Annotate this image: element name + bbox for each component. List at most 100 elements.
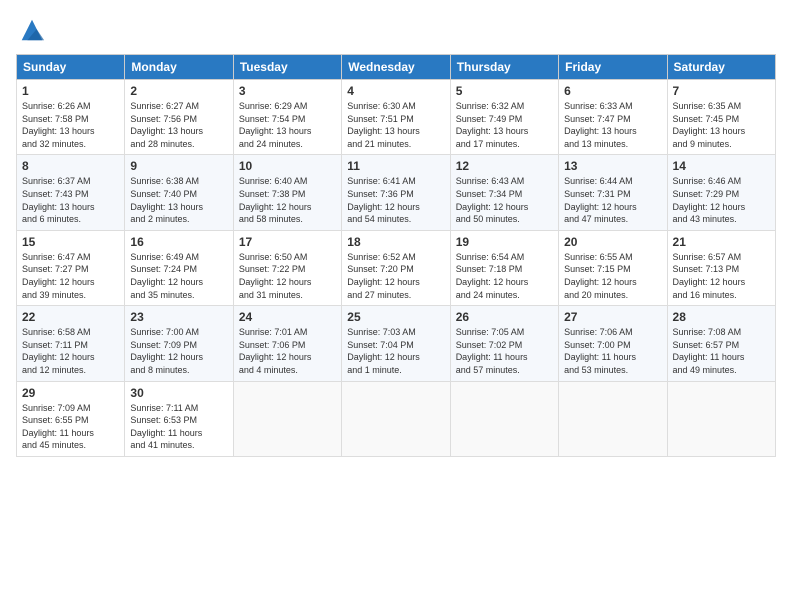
cell-info: Sunrise: 6:46 AM Sunset: 7:29 PM Dayligh…	[673, 175, 770, 225]
day-number: 24	[239, 310, 336, 324]
day-number: 21	[673, 235, 770, 249]
day-number: 26	[456, 310, 553, 324]
day-number: 29	[22, 386, 119, 400]
calendar-week-row: 8Sunrise: 6:37 AM Sunset: 7:43 PM Daylig…	[17, 155, 776, 230]
day-number: 17	[239, 235, 336, 249]
logo-icon	[18, 16, 46, 44]
cell-info: Sunrise: 7:03 AM Sunset: 7:04 PM Dayligh…	[347, 326, 444, 376]
cell-info: Sunrise: 6:32 AM Sunset: 7:49 PM Dayligh…	[456, 100, 553, 150]
cell-info: Sunrise: 6:52 AM Sunset: 7:20 PM Dayligh…	[347, 251, 444, 301]
calendar-body: 1 Sunrise: 6:26 AM Sunset: 7:58 PM Daylig…	[17, 80, 776, 457]
calendar-table: SundayMondayTuesdayWednesdayThursdayFrid…	[16, 54, 776, 457]
calendar-cell	[667, 381, 775, 456]
day-number: 10	[239, 159, 336, 173]
calendar-cell: 22 Sunrise: 6:58 AM Sunset: 7:11 PM Dayli…	[17, 306, 125, 381]
cell-info: Sunrise: 7:11 AM Sunset: 6:53 PM Dayligh…	[130, 402, 227, 452]
day-header-friday: Friday	[559, 55, 667, 80]
calendar-cell: 20 Sunrise: 6:55 AM Sunset: 7:15 PM Dayli…	[559, 230, 667, 305]
cell-info: Sunrise: 6:41 AM Sunset: 7:36 PM Dayligh…	[347, 175, 444, 225]
day-number: 15	[22, 235, 119, 249]
day-number: 27	[564, 310, 661, 324]
cell-info: Sunrise: 6:27 AM Sunset: 7:56 PM Dayligh…	[130, 100, 227, 150]
calendar-cell: 17 Sunrise: 6:50 AM Sunset: 7:22 PM Dayli…	[233, 230, 341, 305]
calendar-cell: 18 Sunrise: 6:52 AM Sunset: 7:20 PM Dayli…	[342, 230, 450, 305]
day-number: 23	[130, 310, 227, 324]
day-number: 4	[347, 84, 444, 98]
day-number: 2	[130, 84, 227, 98]
day-number: 12	[456, 159, 553, 173]
day-number: 5	[456, 84, 553, 98]
calendar-cell: 14Sunrise: 6:46 AM Sunset: 7:29 PM Dayli…	[667, 155, 775, 230]
day-number: 16	[130, 235, 227, 249]
cell-info: Sunrise: 7:06 AM Sunset: 7:00 PM Dayligh…	[564, 326, 661, 376]
cell-info: Sunrise: 6:38 AM Sunset: 7:40 PM Dayligh…	[130, 175, 227, 225]
day-header-monday: Monday	[125, 55, 233, 80]
day-number: 28	[673, 310, 770, 324]
day-number: 19	[456, 235, 553, 249]
day-number: 8	[22, 159, 119, 173]
calendar-cell: 6 Sunrise: 6:33 AM Sunset: 7:47 PM Daylig…	[559, 80, 667, 155]
calendar-cell: 7 Sunrise: 6:35 AM Sunset: 7:45 PM Daylig…	[667, 80, 775, 155]
cell-info: Sunrise: 6:55 AM Sunset: 7:15 PM Dayligh…	[564, 251, 661, 301]
day-header-saturday: Saturday	[667, 55, 775, 80]
cell-info: Sunrise: 7:08 AM Sunset: 6:57 PM Dayligh…	[673, 326, 770, 376]
cell-info: Sunrise: 6:44 AM Sunset: 7:31 PM Dayligh…	[564, 175, 661, 225]
calendar-cell	[342, 381, 450, 456]
cell-info: Sunrise: 7:00 AM Sunset: 7:09 PM Dayligh…	[130, 326, 227, 376]
calendar-cell	[559, 381, 667, 456]
cell-info: Sunrise: 6:49 AM Sunset: 7:24 PM Dayligh…	[130, 251, 227, 301]
cell-info: Sunrise: 6:29 AM Sunset: 7:54 PM Dayligh…	[239, 100, 336, 150]
calendar-cell: 9 Sunrise: 6:38 AM Sunset: 7:40 PM Daylig…	[125, 155, 233, 230]
day-number: 22	[22, 310, 119, 324]
calendar-cell: 13 Sunrise: 6:44 AM Sunset: 7:31 PM Dayli…	[559, 155, 667, 230]
cell-info: Sunrise: 6:30 AM Sunset: 7:51 PM Dayligh…	[347, 100, 444, 150]
day-number: 9	[130, 159, 227, 173]
day-number: 7	[673, 84, 770, 98]
cell-info: Sunrise: 7:05 AM Sunset: 7:02 PM Dayligh…	[456, 326, 553, 376]
calendar-week-row: 29Sunrise: 7:09 AM Sunset: 6:55 PM Dayli…	[17, 381, 776, 456]
cell-info: Sunrise: 6:54 AM Sunset: 7:18 PM Dayligh…	[456, 251, 553, 301]
cell-info: Sunrise: 6:58 AM Sunset: 7:11 PM Dayligh…	[22, 326, 119, 376]
cell-info: Sunrise: 6:35 AM Sunset: 7:45 PM Dayligh…	[673, 100, 770, 150]
calendar-cell: 21Sunrise: 6:57 AM Sunset: 7:13 PM Dayli…	[667, 230, 775, 305]
day-number: 11	[347, 159, 444, 173]
calendar-cell: 19 Sunrise: 6:54 AM Sunset: 7:18 PM Dayli…	[450, 230, 558, 305]
calendar-cell: 2 Sunrise: 6:27 AM Sunset: 7:56 PM Daylig…	[125, 80, 233, 155]
calendar-header-row: SundayMondayTuesdayWednesdayThursdayFrid…	[17, 55, 776, 80]
calendar-cell: 29Sunrise: 7:09 AM Sunset: 6:55 PM Dayli…	[17, 381, 125, 456]
day-header-thursday: Thursday	[450, 55, 558, 80]
calendar-cell: 25Sunrise: 7:03 AM Sunset: 7:04 PM Dayli…	[342, 306, 450, 381]
page: SundayMondayTuesdayWednesdayThursdayFrid…	[0, 0, 792, 467]
calendar-cell: 27 Sunrise: 7:06 AM Sunset: 7:00 PM Dayli…	[559, 306, 667, 381]
cell-info: Sunrise: 6:26 AM Sunset: 7:58 PM Dayligh…	[22, 100, 119, 150]
day-number: 3	[239, 84, 336, 98]
calendar-week-row: 22 Sunrise: 6:58 AM Sunset: 7:11 PM Dayli…	[17, 306, 776, 381]
cell-info: Sunrise: 7:01 AM Sunset: 7:06 PM Dayligh…	[239, 326, 336, 376]
cell-info: Sunrise: 6:50 AM Sunset: 7:22 PM Dayligh…	[239, 251, 336, 301]
day-number: 6	[564, 84, 661, 98]
day-number: 1	[22, 84, 119, 98]
cell-info: Sunrise: 6:33 AM Sunset: 7:47 PM Dayligh…	[564, 100, 661, 150]
day-number: 20	[564, 235, 661, 249]
calendar-week-row: 15Sunrise: 6:47 AM Sunset: 7:27 PM Dayli…	[17, 230, 776, 305]
day-header-tuesday: Tuesday	[233, 55, 341, 80]
day-header-wednesday: Wednesday	[342, 55, 450, 80]
day-number: 30	[130, 386, 227, 400]
day-number: 13	[564, 159, 661, 173]
calendar-cell: 11 Sunrise: 6:41 AM Sunset: 7:36 PM Dayli…	[342, 155, 450, 230]
day-number: 18	[347, 235, 444, 249]
calendar-cell: 4 Sunrise: 6:30 AM Sunset: 7:51 PM Daylig…	[342, 80, 450, 155]
calendar-cell: 16 Sunrise: 6:49 AM Sunset: 7:24 PM Dayli…	[125, 230, 233, 305]
calendar-cell: 12Sunrise: 6:43 AM Sunset: 7:34 PM Dayli…	[450, 155, 558, 230]
calendar-cell: 30 Sunrise: 7:11 AM Sunset: 6:53 PM Dayli…	[125, 381, 233, 456]
logo	[16, 16, 46, 44]
calendar-cell: 15Sunrise: 6:47 AM Sunset: 7:27 PM Dayli…	[17, 230, 125, 305]
calendar-cell	[450, 381, 558, 456]
calendar-cell: 24 Sunrise: 7:01 AM Sunset: 7:06 PM Dayli…	[233, 306, 341, 381]
calendar-cell: 1 Sunrise: 6:26 AM Sunset: 7:58 PM Daylig…	[17, 80, 125, 155]
calendar-cell: 10Sunrise: 6:40 AM Sunset: 7:38 PM Dayli…	[233, 155, 341, 230]
calendar-cell: 26 Sunrise: 7:05 AM Sunset: 7:02 PM Dayli…	[450, 306, 558, 381]
header	[16, 16, 776, 44]
calendar-cell: 28 Sunrise: 7:08 AM Sunset: 6:57 PM Dayli…	[667, 306, 775, 381]
calendar-cell: 5 Sunrise: 6:32 AM Sunset: 7:49 PM Daylig…	[450, 80, 558, 155]
